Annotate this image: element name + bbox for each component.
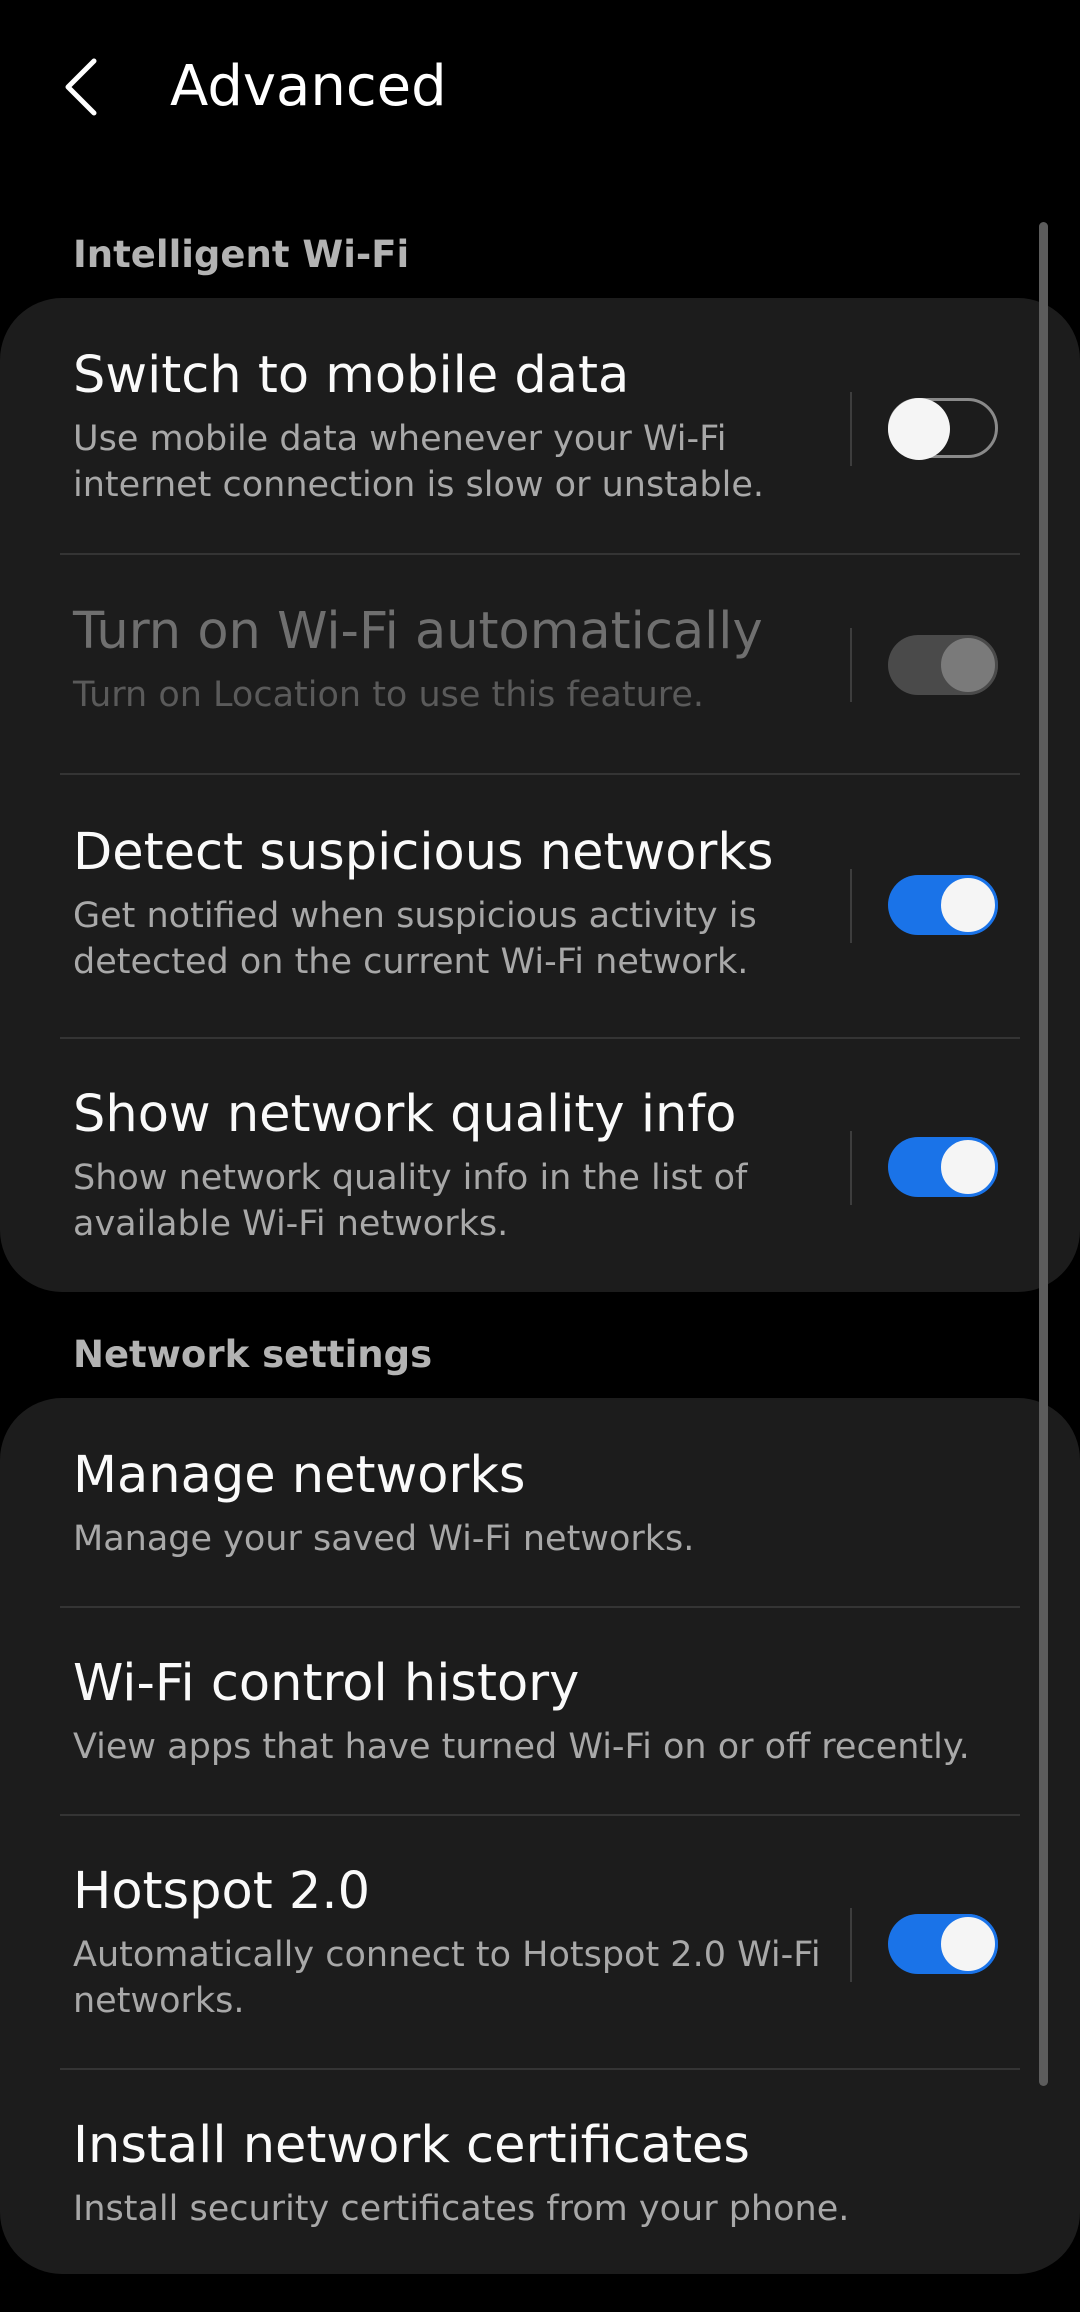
toggle-knob: [938, 635, 998, 695]
setting-subtitle: Install security certificates from your …: [73, 2189, 850, 2229]
page-title: Advanced: [170, 54, 447, 119]
setting-title: Show network quality info: [73, 1085, 737, 1144]
setting-subtitle: Use mobile data whenever your Wi-Fi inte…: [73, 419, 764, 505]
setting-subtitle: Show network quality info in the list of…: [73, 1158, 748, 1244]
vertical-divider: [850, 628, 852, 702]
setting-title: Wi-Fi control history: [73, 1654, 580, 1713]
vertical-divider: [850, 392, 852, 466]
setting-subtitle: Turn on Location to use this feature.: [73, 675, 705, 715]
hotspot-2-toggle[interactable]: [888, 1914, 998, 1974]
setting-title: Install network certificates: [73, 2116, 750, 2175]
detect-suspicious-networks-toggle[interactable]: [888, 875, 998, 935]
scrollbar[interactable]: [1039, 222, 1048, 2086]
setting-hotspot-2[interactable]: Hotspot 2.0 Automatically connect to Hot…: [0, 1816, 1080, 2068]
toggle-knob: [938, 875, 998, 935]
section-label-intelligent-wifi: Intelligent Wi-Fi: [73, 233, 410, 276]
setting-turn-on-wifi-automatically[interactable]: Turn on Wi-Fi automatically Turn on Loca…: [0, 555, 1080, 773]
switch-to-mobile-data-toggle[interactable]: [888, 398, 998, 460]
setting-title: Turn on Wi-Fi automatically: [73, 602, 763, 661]
setting-subtitle: Automatically connect to Hotspot 2.0 Wi-…: [73, 1935, 821, 2021]
vertical-divider: [850, 1131, 852, 1205]
turn-on-wifi-automatically-toggle[interactable]: [888, 635, 998, 695]
intelligent-wifi-card: Switch to mobile data Use mobile data wh…: [0, 298, 1080, 1292]
setting-manage-networks[interactable]: Manage networks Manage your saved Wi-Fi …: [0, 1398, 1080, 1606]
setting-detect-suspicious-networks[interactable]: Detect suspicious networks Get notified …: [0, 775, 1080, 1037]
setting-title: Detect suspicious networks: [73, 823, 774, 882]
setting-title: Hotspot 2.0: [73, 1862, 371, 1921]
show-network-quality-info-toggle[interactable]: [888, 1137, 998, 1197]
toggle-knob: [938, 1137, 998, 1197]
app-bar: Advanced: [0, 0, 1080, 175]
back-button[interactable]: [62, 52, 122, 122]
setting-title: Manage networks: [73, 1446, 526, 1505]
setting-title: Switch to mobile data: [73, 346, 630, 405]
section-label-network-settings: Network settings: [73, 1333, 433, 1376]
setting-show-network-quality-info[interactable]: Show network quality info Show network q…: [0, 1039, 1080, 1292]
setting-subtitle: Manage your saved Wi-Fi networks.: [73, 1519, 695, 1559]
setting-subtitle: Get notified when suspicious activity is…: [73, 896, 757, 982]
vertical-divider: [850, 869, 852, 943]
setting-subtitle: View apps that have turned Wi-Fi on or o…: [73, 1727, 970, 1767]
setting-install-network-certificates[interactable]: Install network certificates Install sec…: [0, 2070, 1080, 2274]
toggle-knob: [888, 398, 950, 460]
network-settings-card: Manage networks Manage your saved Wi-Fi …: [0, 1398, 1080, 2274]
vertical-divider: [850, 1908, 852, 1982]
chevron-left-icon: [65, 58, 97, 116]
setting-switch-to-mobile-data[interactable]: Switch to mobile data Use mobile data wh…: [0, 298, 1080, 553]
setting-wifi-control-history[interactable]: Wi-Fi control history View apps that hav…: [0, 1608, 1080, 1814]
toggle-knob: [938, 1914, 998, 1974]
